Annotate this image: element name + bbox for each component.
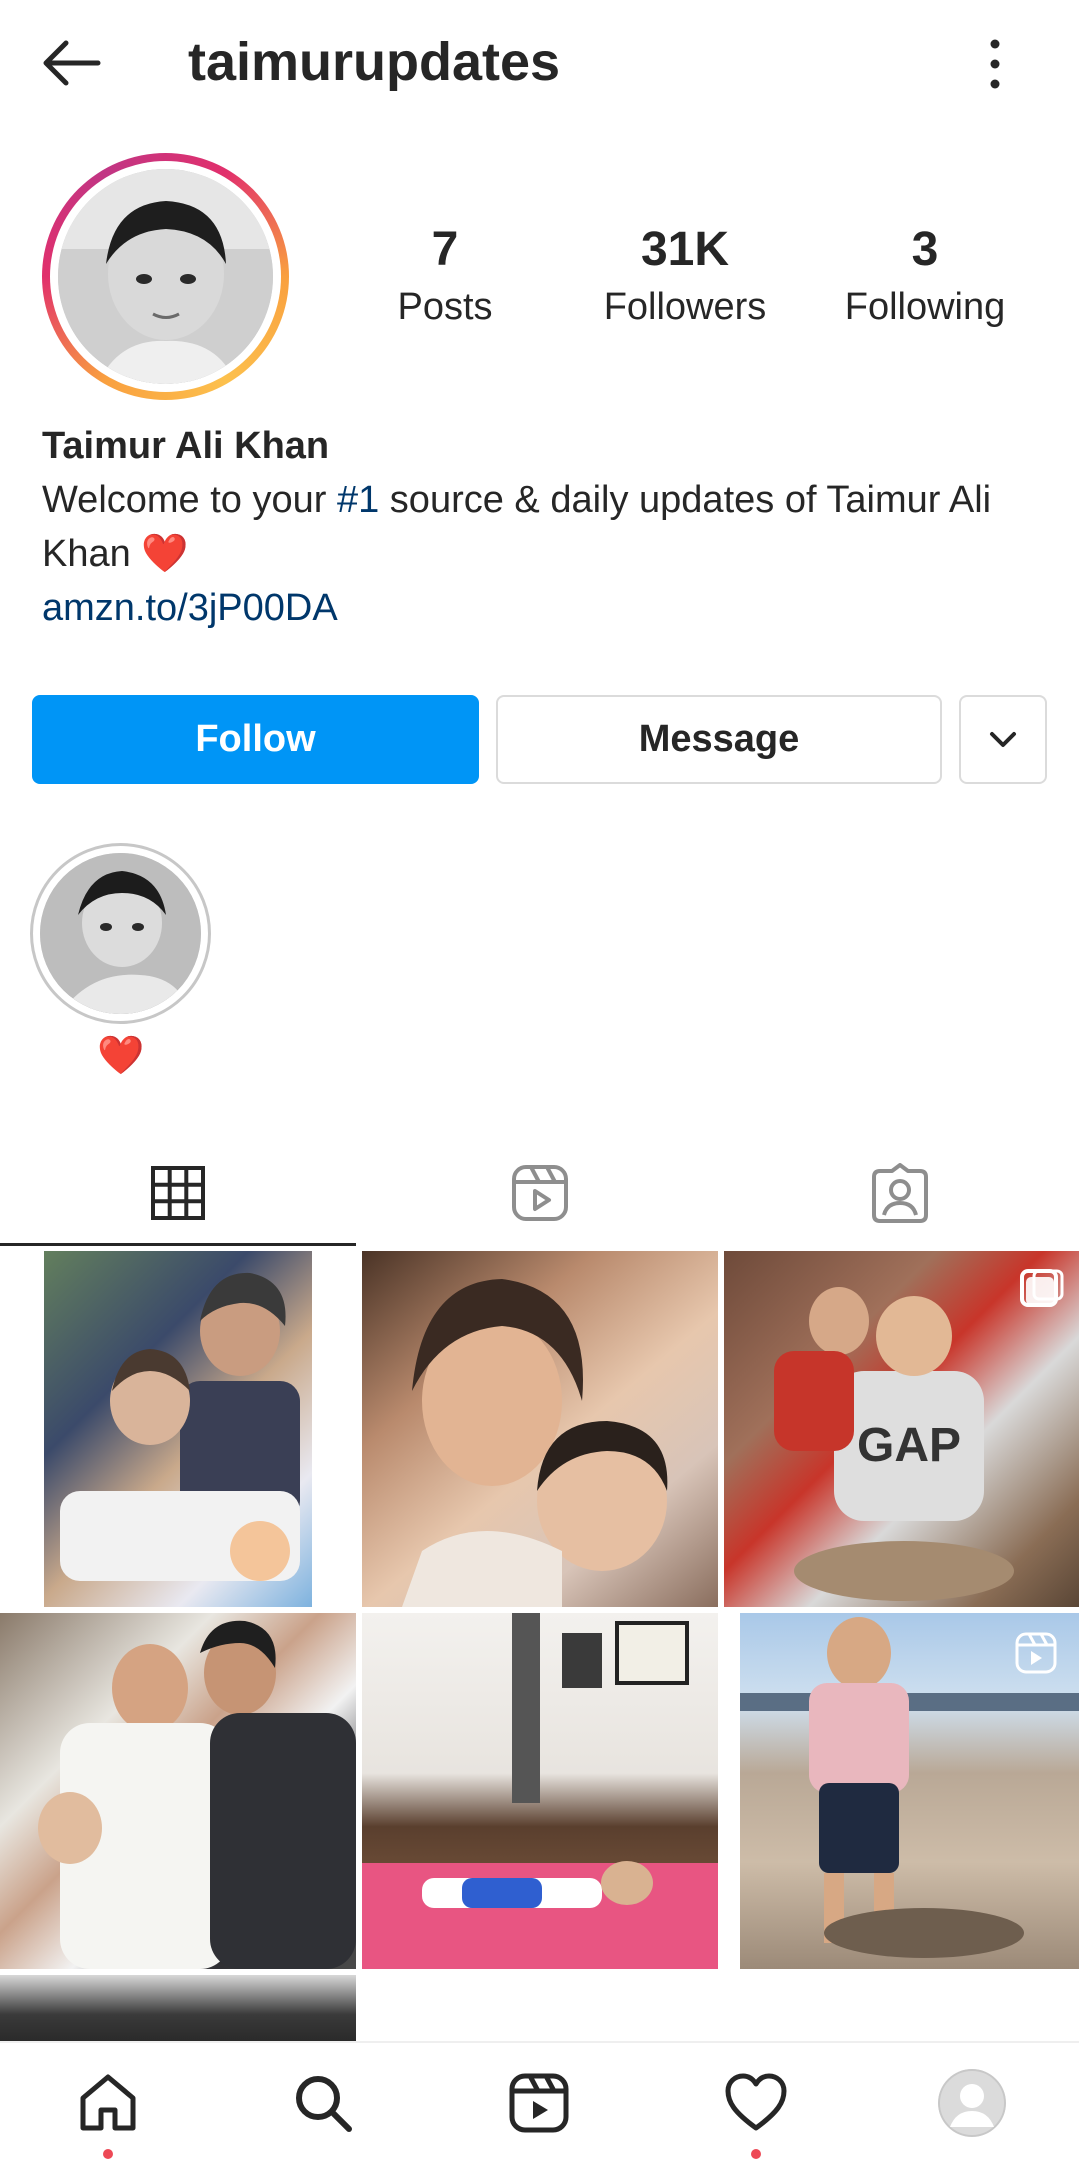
tagged-user-icon (871, 1163, 928, 1223)
avatar[interactable] (58, 169, 273, 384)
tab-tagged[interactable] (720, 1140, 1079, 1246)
followers-count[interactable]: 31K Followers (585, 222, 785, 330)
profile-icon (938, 2069, 1006, 2137)
message-button[interactable]: Message (496, 695, 942, 784)
post-thumbnail[interactable] (0, 1975, 356, 2041)
profile-full-name: Taimur Ali Khan (42, 425, 330, 467)
reels-icon (509, 2073, 569, 2133)
follow-button[interactable]: Follow (32, 695, 479, 784)
post-thumbnail[interactable] (724, 1613, 1079, 1969)
active-tab-indicator (0, 1243, 356, 1246)
heart-icon (725, 2073, 787, 2131)
post-thumbnail[interactable] (0, 1613, 356, 1969)
more-vertical-icon[interactable] (980, 34, 1010, 94)
nav-search[interactable] (283, 2063, 363, 2143)
reels-icon (512, 1165, 568, 1221)
post-thumbnail[interactable] (362, 1251, 718, 1607)
bio-text-start: Welcome to your (42, 479, 337, 521)
following-count[interactable]: 3 Following (830, 222, 1020, 330)
tab-posts-grid[interactable] (0, 1140, 356, 1246)
activity-notification-dot (751, 2149, 761, 2159)
post-thumbnail[interactable]: GAP (724, 1251, 1079, 1607)
following-count-label: Following (844, 286, 1006, 328)
posts-count[interactable]: 7 Posts (375, 222, 515, 330)
following-count-value: 3 (911, 223, 939, 276)
bio-heart-emoji: ❤️ (141, 533, 189, 575)
nav-profile[interactable] (932, 2063, 1012, 2143)
posts-count-value: 7 (431, 223, 459, 276)
suggested-accounts-dropdown-button[interactable] (959, 695, 1047, 784)
svg-text:GAP: GAP (857, 1419, 961, 1472)
story-highlight-label: ❤️ (97, 1035, 145, 1077)
home-icon (80, 2074, 136, 2131)
search-icon (296, 2076, 352, 2132)
carousel-post-icon (1026, 1269, 1064, 1305)
home-notification-dot (103, 2149, 113, 2159)
profile-bio: Welcome to your #1 source & daily update… (42, 473, 1022, 581)
tab-reels[interactable] (360, 1140, 720, 1246)
reel-post-icon (1015, 1632, 1057, 1674)
story-highlight-thumbnail[interactable] (40, 853, 201, 1014)
chevron-down-icon (990, 731, 1016, 747)
post-thumbnail[interactable] (362, 1613, 718, 1969)
followers-count-label: Followers (603, 286, 767, 328)
nav-reels[interactable] (499, 2063, 579, 2143)
profile-username-title: taimurupdates (188, 32, 561, 92)
profile-website-link[interactable]: amzn.to/3jP00DA (42, 583, 338, 633)
post-thumbnail[interactable] (0, 1251, 356, 1607)
bio-hashtag[interactable]: #1 (337, 479, 379, 521)
nav-activity[interactable] (716, 2063, 796, 2143)
posts-count-label: Posts (397, 286, 493, 328)
arrow-left-icon[interactable] (40, 38, 102, 88)
grid-icon (151, 1166, 205, 1220)
nav-home[interactable] (68, 2063, 148, 2143)
followers-count-value: 31K (640, 223, 730, 276)
